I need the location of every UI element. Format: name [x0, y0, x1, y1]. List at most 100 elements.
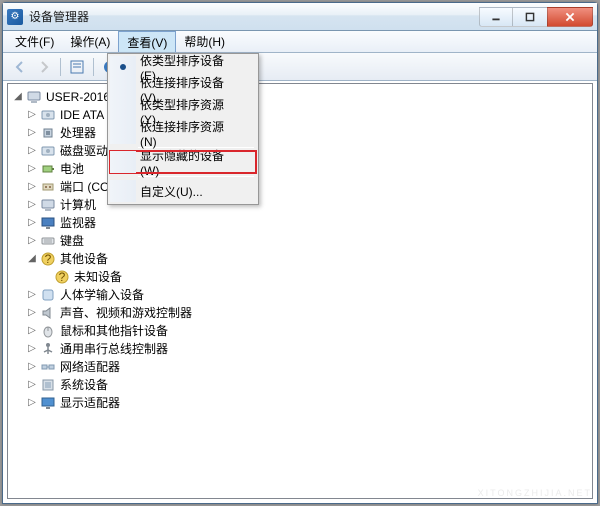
menu-item-label: 显示隐藏的设备(W)	[140, 147, 236, 178]
tree-node-label: 网络适配器	[60, 358, 120, 376]
network-icon	[40, 359, 56, 375]
expand-icon[interactable]: ▷	[26, 397, 38, 409]
properties-button[interactable]	[66, 56, 88, 78]
tree-node[interactable]: ▷ 声音、视频和游戏控制器	[12, 304, 592, 322]
menu-radio-icon	[110, 56, 136, 78]
tree-node[interactable]: ▷ 处理器	[12, 124, 592, 142]
menu-sort-by-connection-resource[interactable]: 依连接排序资源(N)	[110, 122, 256, 144]
tree-node[interactable]: ▷ 键盘	[12, 232, 592, 250]
computer-icon	[26, 89, 42, 105]
tree-node-label: 显示适配器	[60, 394, 120, 412]
view-dropdown: 依类型排序设备(E) 依连接排序设备(V) 依类型排序资源(Y) 依连接排序资源…	[107, 53, 259, 205]
tree-node[interactable]: ▷ 磁盘驱动	[12, 142, 592, 160]
expand-icon[interactable]: ▷	[26, 127, 38, 139]
toolbar-separator	[60, 58, 61, 76]
system-icon	[40, 377, 56, 393]
tree-node[interactable]: ▷ 显示适配器	[12, 394, 592, 412]
unknown-device-icon: ?	[54, 269, 70, 285]
battery-icon	[40, 161, 56, 177]
tree-node-label: 键盘	[60, 232, 84, 250]
minimize-button[interactable]	[479, 7, 513, 27]
tree-node[interactable]: ▷ 鼠标和其他指针设备	[12, 322, 592, 340]
mouse-icon	[40, 323, 56, 339]
toolbar: ?	[3, 53, 597, 81]
display-icon	[40, 395, 56, 411]
tree-node-label: 声音、视频和游戏控制器	[60, 304, 192, 322]
expand-icon[interactable]: ▷	[26, 343, 38, 355]
tree-node-label: 通用串行总线控制器	[60, 340, 168, 358]
expand-icon[interactable]: ▷	[26, 145, 38, 157]
tree-node[interactable]: ▷监视器	[12, 214, 592, 232]
app-icon: ⚙	[7, 9, 23, 25]
expand-icon[interactable]: ▷	[26, 325, 38, 337]
expand-icon[interactable]: ▷	[26, 163, 38, 175]
expand-icon[interactable]: ▷	[26, 217, 38, 229]
menu-item-label: 自定义(U)...	[140, 183, 203, 200]
back-button	[9, 56, 31, 78]
tree-node[interactable]: ▷ 端口 (CO	[12, 178, 592, 196]
expand-icon[interactable]: ▷	[26, 235, 38, 247]
tree-node[interactable]: ▷计算机	[12, 196, 592, 214]
menu-show-hidden-devices[interactable]: 显示隐藏的设备(W)	[110, 151, 256, 173]
tree-pane: ◢ USER-2016 ▷IDE ATA▷处理器▷磁盘驱动▷电池▷端口 (CO▷…	[7, 83, 593, 499]
menu-icon-col	[110, 122, 136, 144]
menu-icon-col	[110, 78, 136, 100]
computer-icon	[40, 197, 56, 213]
tree-node-label: 鼠标和其他指针设备	[60, 322, 168, 340]
other-devices-icon: ?	[40, 251, 56, 267]
tree-node[interactable]: ▷ IDE ATA	[12, 106, 592, 124]
close-button[interactable]	[547, 7, 593, 27]
menu-action[interactable]: 操作(A)	[62, 31, 118, 52]
menu-icon-col	[110, 100, 136, 122]
tree-root-label: USER-2016	[46, 88, 110, 106]
expand-icon[interactable]: ▷	[26, 361, 38, 373]
menu-file[interactable]: 文件(F)	[7, 31, 62, 52]
tree-node-label: 系统设备	[60, 376, 108, 394]
menu-icon-col	[110, 151, 136, 173]
menubar: 文件(F) 操作(A) 查看(V) 帮助(H)	[3, 31, 597, 53]
tree-node[interactable]: ▷ 人体学输入设备	[12, 286, 592, 304]
tree-node-label: 处理器	[60, 124, 96, 142]
tree-node-label: 磁盘驱动	[60, 142, 108, 160]
expand-icon[interactable]: ▷	[26, 109, 38, 121]
expand-icon[interactable]: ▷	[26, 379, 38, 391]
collapse-icon[interactable]: ◢	[26, 253, 38, 265]
keyboard-icon	[40, 233, 56, 249]
svg-text:?: ?	[59, 270, 66, 284]
window-title: 设备管理器	[29, 8, 479, 25]
expand-icon[interactable]: ▷	[26, 289, 38, 301]
tree-node[interactable]: ▷ 网络适配器	[12, 358, 592, 376]
hid-icon	[40, 287, 56, 303]
forward-button	[33, 56, 55, 78]
port-icon	[40, 179, 56, 195]
tree-node-label: 其他设备	[60, 250, 108, 268]
svg-text:?: ?	[45, 252, 52, 266]
tree-root[interactable]: ◢ USER-2016	[12, 88, 592, 106]
menu-item-label: 依连接排序资源(N)	[140, 118, 236, 149]
menu-help[interactable]: 帮助(H)	[176, 31, 233, 52]
tree-node-label: IDE ATA	[60, 106, 104, 124]
collapse-icon[interactable]: ◢	[12, 91, 24, 103]
tree-node-label: 未知设备	[74, 268, 122, 286]
sound-icon	[40, 305, 56, 321]
menu-view[interactable]: 查看(V)	[118, 31, 176, 52]
disk-icon	[40, 107, 56, 123]
toolbar-separator	[93, 58, 94, 76]
expand-icon[interactable]: ▷	[26, 181, 38, 193]
expand-icon[interactable]: ▷	[26, 307, 38, 319]
tree-node[interactable]: ▷ 系统设备	[12, 376, 592, 394]
expand-icon[interactable]: ▷	[26, 199, 38, 211]
menu-icon-col	[110, 180, 136, 202]
tree-node-label: 电池	[60, 160, 84, 178]
maximize-button[interactable]	[513, 7, 547, 27]
tree-node[interactable]: ▷ 电池	[12, 160, 592, 178]
menu-customize[interactable]: 自定义(U)...	[110, 180, 256, 202]
tree-node-other[interactable]: ◢ ? 其他设备	[12, 250, 592, 268]
device-tree: ◢ USER-2016 ▷IDE ATA▷处理器▷磁盘驱动▷电池▷端口 (CO▷…	[8, 84, 592, 416]
device-manager-window: ⚙ 设备管理器 文件(F) 操作(A) 查看(V) 帮助(H) ? ◢ USER…	[2, 2, 598, 504]
tree-node-label: 人体学输入设备	[60, 286, 144, 304]
monitor-icon	[40, 215, 56, 231]
tree-node[interactable]: ▷ 通用串行总线控制器	[12, 340, 592, 358]
tree-node-label: 端口 (CO	[60, 178, 109, 196]
tree-node-unknown[interactable]: ? 未知设备	[12, 268, 592, 286]
